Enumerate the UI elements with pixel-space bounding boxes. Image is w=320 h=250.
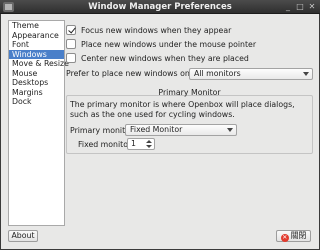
place-under-mouse-row[interactable]: Place new windows under the mouse pointe… (66, 38, 256, 50)
chevron-down-icon[interactable] (146, 145, 152, 148)
maximize-button[interactable]: □ (295, 2, 305, 12)
title-bar[interactable]: Window Manager Preferences _ □ ✕ (0, 0, 320, 14)
primary-monitor-description: The primary monitor is where Openbox wil… (70, 100, 295, 119)
center-new-windows-row[interactable]: Center new windows when they are placed (66, 52, 249, 64)
prefer-monitor-dropdown[interactable]: All monitors (189, 68, 313, 80)
chevron-up-icon[interactable] (146, 140, 152, 143)
fixed-monitor-stepper[interactable]: 1 (127, 138, 155, 150)
place-under-mouse-checkbox[interactable] (66, 39, 76, 49)
sidebar-item-font[interactable]: Font (9, 40, 64, 50)
fixed-monitor-value: 1 (131, 139, 136, 148)
place-under-mouse-label: Place new windows under the mouse pointe… (81, 39, 257, 49)
sidebar-item-theme[interactable]: Theme (9, 21, 64, 31)
about-button[interactable]: About (8, 230, 38, 242)
sidebar-item-dock[interactable]: Dock (9, 97, 64, 107)
close-window-button[interactable]: ✕ (307, 2, 317, 12)
focus-new-windows-checkbox[interactable] (66, 25, 76, 35)
chevron-down-icon (227, 128, 233, 132)
sidebar-list[interactable]: Theme Appearance Font Windows Move & Res… (8, 20, 69, 226)
close-button-label: 關閉 (290, 231, 307, 240)
focus-new-windows-label: Focus new windows when they appear (81, 25, 232, 35)
minimize-button[interactable]: _ (283, 2, 293, 12)
sidebar-item-mouse[interactable]: Mouse (9, 69, 64, 79)
primary-monitor-header: Primary Monitor (158, 88, 221, 97)
sidebar-item-move-resize[interactable]: Move & Resize (9, 59, 69, 69)
sidebar-item-appearance[interactable]: Appearance (9, 31, 64, 41)
prefer-monitor-label: Prefer to place new windows on: (66, 69, 193, 78)
center-new-windows-checkbox[interactable] (66, 53, 76, 63)
window-title: Window Manager Preferences (88, 2, 232, 12)
close-button[interactable]: ✕ 關閉 (276, 230, 311, 242)
primary-monitor-value: Fixed Monitor (130, 125, 183, 134)
sidebar-item-margins[interactable]: Margins (9, 88, 64, 98)
center-new-windows-label: Center new windows when they are placed (81, 53, 249, 63)
stepper-arrows[interactable] (145, 139, 153, 149)
chevron-down-icon (303, 72, 309, 76)
close-icon: ✕ (280, 234, 289, 242)
fixed-monitor-label: Fixed monitor: (78, 140, 134, 149)
primary-monitor-dropdown[interactable]: Fixed Monitor (125, 124, 237, 136)
prefer-monitor-value: All monitors (194, 69, 241, 78)
sidebar-item-desktops[interactable]: Desktops (9, 78, 64, 88)
sidebar-item-windows[interactable]: Windows (9, 49, 64, 59)
focus-new-windows-row[interactable]: Focus new windows when they appear (66, 24, 231, 36)
